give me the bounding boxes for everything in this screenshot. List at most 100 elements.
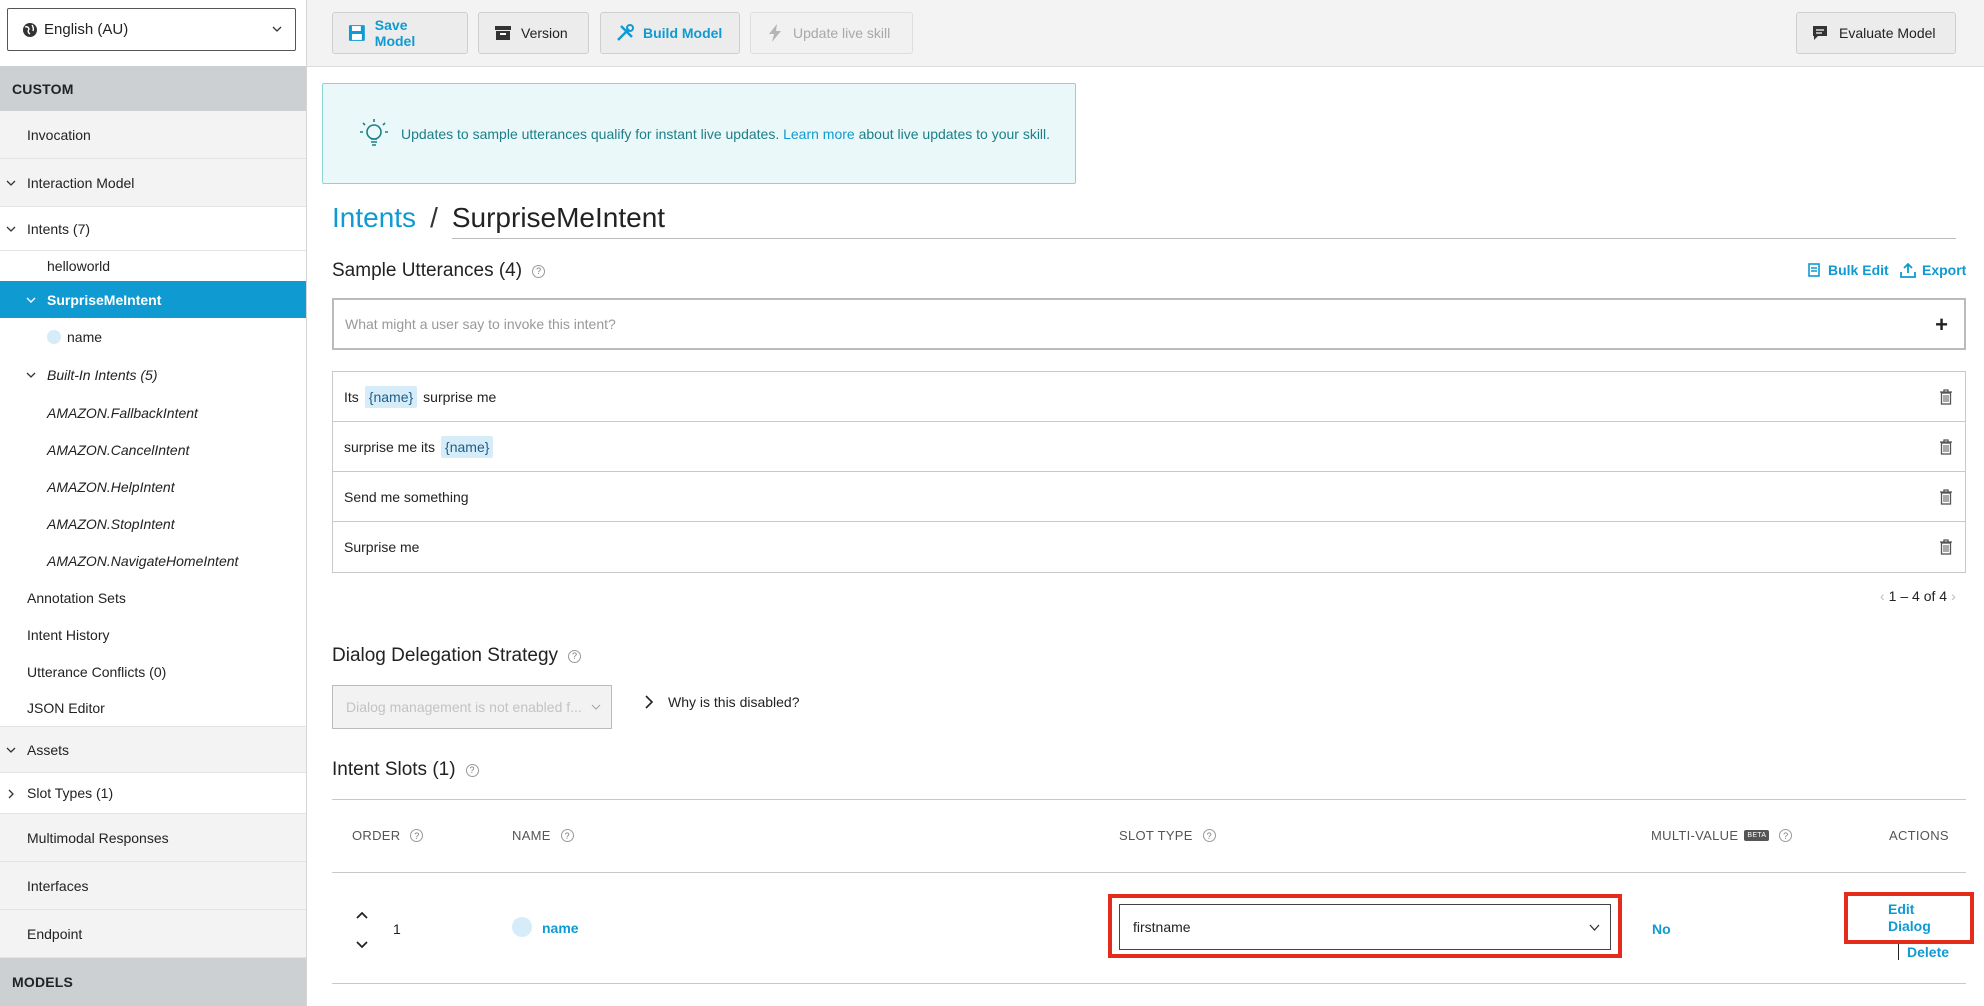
breadcrumb-separator: / — [430, 202, 438, 233]
column-header-multi-value: MULTI-VALUE BETA? — [1651, 828, 1793, 843]
evaluate-model-button[interactable]: Evaluate Model — [1796, 12, 1956, 54]
export-button[interactable]: Export — [1900, 262, 1966, 278]
sidebar-item-label: AMAZON.CancelIntent — [47, 441, 190, 458]
version-button[interactable]: Version — [478, 12, 589, 54]
trash-icon[interactable] — [1939, 389, 1953, 405]
sidebar-item-builtin[interactable]: AMAZON.CancelIntent — [0, 431, 306, 468]
pagination: ‹ 1 – 4 of 4 › — [1876, 588, 1960, 604]
chevron-down-icon[interactable] — [26, 295, 36, 305]
sidebar-item-label: AMAZON.HelpIntent — [47, 478, 175, 495]
sidebar-item-label: Invocation — [27, 126, 91, 143]
utterance-row[interactable]: surprise me its {name} — [333, 422, 1965, 472]
table-row: 1 name firstname No Edit Dialog Delete — [332, 872, 1974, 984]
sidebar-item-builtin[interactable]: AMAZON.StopIntent — [0, 505, 306, 542]
sidebar-item-invocation[interactable]: Invocation — [0, 111, 306, 159]
sidebar-item-slot-name[interactable]: name — [0, 318, 306, 356]
slot-order: 1 — [393, 921, 401, 937]
add-utterance-button[interactable]: + — [1935, 312, 1948, 338]
sidebar-item-label: name — [67, 329, 103, 345]
update-live-skill-button[interactable]: Update live skill — [750, 12, 913, 54]
trash-icon[interactable] — [1939, 539, 1953, 555]
save-model-label: Save Model — [374, 17, 416, 49]
sidebar-item-utterance-conflicts[interactable]: Utterance Conflicts (0) — [0, 653, 306, 690]
sidebar-item-annotation-sets[interactable]: Annotation Sets — [0, 579, 306, 616]
help-icon[interactable]: ? — [568, 649, 582, 663]
slot-type-value: firstname — [1133, 919, 1191, 935]
help-icon[interactable]: ? — [532, 264, 546, 278]
sidebar: English (AU) CUSTOM Invocation Interacti… — [0, 0, 307, 1006]
language-select[interactable]: English (AU) — [7, 8, 296, 51]
sidebar-item-interfaces[interactable]: Interfaces — [0, 862, 306, 910]
slot-name-link[interactable]: name — [542, 920, 579, 936]
utterance-list: Its {name} surprise me surprise me its {… — [332, 371, 1966, 573]
sidebar-item-label: JSON Editor — [27, 700, 105, 716]
sidebar-item-multimodal[interactable]: Multimodal Responses — [0, 814, 306, 862]
section-title: Sample Utterances (4) — [332, 260, 523, 281]
sidebar-item-builtin-intents[interactable]: Built-In Intents (5) — [0, 356, 306, 394]
version-label: Version — [521, 25, 568, 41]
sidebar-item-intent-history[interactable]: Intent History — [0, 616, 306, 653]
sidebar-item-label: AMAZON.NavigateHomeIntent — [47, 552, 239, 569]
sidebar-item-label: Built-In Intents (5) — [47, 367, 158, 383]
utterance-input[interactable]: What might a user say to invoke this int… — [332, 298, 1966, 350]
sidebar-item-assets[interactable]: Assets — [0, 727, 306, 773]
help-icon[interactable]: ? — [465, 763, 479, 777]
save-model-button[interactable]: Save Model — [332, 12, 468, 54]
column-header-order: ORDER? — [352, 828, 424, 843]
utterance-row[interactable]: Send me something — [333, 472, 1965, 522]
upload-icon — [1900, 262, 1916, 278]
slot-type-select[interactable]: firstname — [1119, 904, 1611, 950]
slot-chip[interactable]: {name} — [364, 385, 418, 408]
language-label: English (AU) — [44, 21, 129, 38]
chevron-right-icon[interactable] — [6, 789, 16, 799]
breadcrumb-intents-link[interactable]: Intents — [332, 202, 416, 234]
sidebar-item-builtin[interactable]: AMAZON.FallbackIntent — [0, 394, 306, 431]
reorder-arrows-icon[interactable] — [354, 905, 370, 955]
sidebar-item-intents[interactable]: Intents (7) — [0, 207, 306, 251]
delete-link[interactable]: Delete — [1898, 944, 1949, 960]
help-icon[interactable]: ? — [1779, 829, 1793, 842]
chevron-down-icon[interactable] — [6, 224, 16, 234]
utterance-row[interactable]: Surprise me — [333, 522, 1965, 572]
info-banner: Updates to sample utterances qualify for… — [322, 83, 1076, 184]
chevron-right-icon[interactable]: › — [1951, 588, 1956, 604]
why-disabled-toggle[interactable]: Why is this disabled? — [644, 694, 800, 710]
slot-color-icon — [512, 917, 532, 937]
edit-dialog-link[interactable]: Edit Dialog — [1888, 901, 1948, 935]
sidebar-item-interaction-model[interactable]: Interaction Model — [0, 159, 306, 207]
learn-more-link[interactable]: Learn more — [783, 126, 855, 142]
trash-icon[interactable] — [1939, 439, 1953, 455]
build-model-label: Build Model — [643, 25, 723, 41]
chevron-left-icon[interactable]: ‹ — [1880, 588, 1885, 604]
sidebar-item-json-editor[interactable]: JSON Editor — [0, 690, 306, 727]
save-icon — [348, 25, 365, 41]
chevron-down-icon[interactable] — [6, 178, 16, 188]
dialog-delegation-select[interactable]: Dialog management is not enabled f... — [332, 685, 612, 729]
sidebar-item-surprisemeintent[interactable]: SurpriseMeIntent — [0, 281, 306, 318]
sidebar-section-models: MODELS — [0, 958, 306, 1006]
sidebar-item-builtin[interactable]: AMAZON.NavigateHomeIntent — [0, 542, 306, 579]
column-header-name: NAME? — [512, 828, 574, 843]
chevron-down-icon[interactable] — [26, 370, 36, 380]
column-header-actions: ACTIONS — [1889, 828, 1949, 843]
slot-chip[interactable]: {name} — [441, 435, 494, 458]
sidebar-item-builtin[interactable]: AMAZON.HelpIntent — [0, 468, 306, 505]
multi-value-toggle[interactable]: No — [1652, 921, 1671, 937]
build-model-button[interactable]: Build Model — [600, 12, 740, 54]
help-icon[interactable]: ? — [410, 829, 424, 842]
sidebar-item-label: AMAZON.StopIntent — [47, 515, 175, 532]
trash-icon[interactable] — [1939, 489, 1953, 505]
bulk-edit-button[interactable]: Bulk Edit — [1806, 262, 1889, 278]
lightbulb-icon — [360, 118, 388, 146]
sidebar-item-slot-types[interactable]: Slot Types (1) — [0, 773, 306, 814]
export-label: Export — [1922, 262, 1967, 278]
intent-name-field[interactable]: SurpriseMeIntent — [451, 202, 1956, 239]
sidebar-item-helloworld[interactable]: helloworld — [0, 251, 306, 281]
sidebar-item-label: Endpoint — [27, 925, 83, 942]
utterance-row[interactable]: Its {name} surprise me — [333, 372, 1965, 422]
chevron-down-icon[interactable] — [6, 745, 16, 755]
help-icon[interactable]: ? — [560, 829, 574, 842]
sidebar-item-endpoint[interactable]: Endpoint — [0, 910, 306, 958]
globe-icon — [23, 22, 37, 37]
help-icon[interactable]: ? — [1202, 829, 1216, 842]
